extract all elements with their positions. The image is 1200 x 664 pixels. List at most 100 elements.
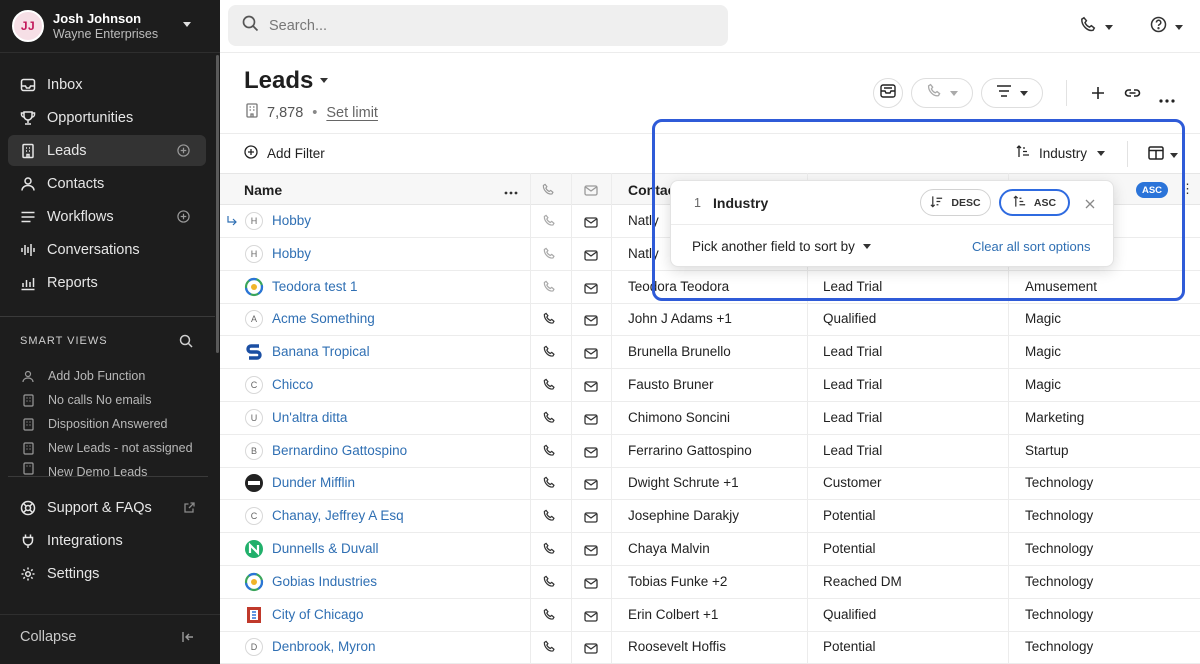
email-icon[interactable] (584, 248, 598, 266)
table-row[interactable]: Dunder Mifflin Dwight Schrute +1 Customer T… (220, 467, 1200, 501)
sidebar-item-leads[interactable]: Leads (8, 135, 206, 166)
phone-icon[interactable] (543, 444, 556, 462)
add-filter-button[interactable]: Add Filter (244, 145, 325, 162)
add-circle-icon[interactable] (177, 210, 190, 227)
lead-name-link[interactable]: Chanay, Jeffrey A Esq (272, 508, 404, 523)
lead-name-link[interactable]: Banana Tropical (272, 344, 370, 359)
add-circle-icon[interactable] (177, 144, 190, 161)
smart-view-item[interactable]: No calls No emails (22, 390, 152, 410)
email-icon[interactable] (584, 445, 598, 463)
phone-icon[interactable] (543, 378, 556, 396)
table-row[interactable]: B Bernardino Gattospino Ferrarino Gattospi… (220, 435, 1200, 468)
email-icon[interactable] (584, 313, 598, 331)
sidebar-item-settings[interactable]: Settings (8, 558, 206, 589)
close-icon[interactable] (1085, 196, 1095, 214)
email-icon[interactable] (584, 379, 598, 397)
link-icon[interactable] (1124, 86, 1141, 105)
contact-name: Erin Colbert +1 (628, 606, 719, 622)
sidebar-item-workflows[interactable]: Workflows (8, 201, 206, 232)
phone-icon[interactable] (543, 411, 556, 429)
lead-name-link[interactable]: City of Chicago (272, 607, 364, 622)
call-button[interactable] (911, 78, 973, 108)
phone-icon[interactable] (543, 312, 556, 330)
lead-name-link[interactable]: Acme Something (272, 311, 375, 326)
smart-view-item[interactable]: Disposition Answered (22, 414, 168, 434)
column-header-name[interactable]: Name (244, 182, 282, 198)
page-title[interactable]: Leads (244, 67, 313, 95)
pick-sort-field-dropdown[interactable]: Pick another field to sort by (692, 239, 871, 254)
plus-icon[interactable] (1091, 86, 1105, 105)
table-row[interactable]: Banana Tropical Brunella Brunello Lead Tri… (220, 336, 1200, 370)
sort-desc-button[interactable]: DESC (920, 189, 991, 216)
table-row[interactable]: A Acme Something John J Adams +1 Qualified M… (220, 303, 1200, 337)
sidebar-item-integrations[interactable]: Integrations (8, 525, 206, 556)
email-icon[interactable] (584, 510, 598, 528)
account-switcher[interactable]: JJ Josh Johnson Wayne Enterprises (0, 0, 220, 53)
smart-view-item[interactable]: Add Job Function (22, 366, 145, 386)
sidebar-item-support[interactable]: Support & FAQs (8, 492, 206, 523)
help-menu-button[interactable] (1150, 16, 1183, 38)
smart-view-item[interactable]: New Leads - not assigned (22, 438, 193, 458)
lead-name-link[interactable]: Hobby (272, 213, 311, 228)
phone-icon[interactable] (543, 640, 556, 658)
sidebar-item-inbox[interactable]: Inbox (8, 69, 206, 100)
email-icon[interactable] (584, 543, 598, 561)
lead-name-link[interactable]: Gobias Industries (272, 574, 377, 589)
collapse-button[interactable]: Collapse (20, 629, 76, 645)
lead-name-link[interactable]: Denbrook, Myron (272, 639, 376, 654)
phone-icon[interactable] (543, 608, 556, 626)
sort-asc-button[interactable]: ASC (999, 189, 1070, 216)
email-icon[interactable] (584, 412, 598, 430)
email-icon[interactable] (584, 215, 598, 233)
email-icon[interactable] (584, 576, 598, 594)
table-row[interactable]: Gobias Industries Tobias Funke +2 Reached … (220, 566, 1200, 599)
phone-icon[interactable] (543, 542, 556, 560)
sort-field-label[interactable]: Industry (713, 195, 768, 211)
collapse-icon[interactable] (181, 630, 195, 649)
sidebar-item-conversations[interactable]: Conversations (8, 234, 206, 265)
search-input[interactable] (269, 17, 669, 34)
sidebar-item-reports[interactable]: Reports (8, 267, 206, 298)
table-row[interactable]: C Chanay, Jeffrey A Esq Josephine Darakjy P… (220, 500, 1200, 534)
lead-name-link[interactable]: Bernardino Gattospino (272, 443, 407, 458)
table-row[interactable]: U Un'altra ditta Chimono Soncini Lead Trial… (220, 402, 1200, 435)
chevron-down-icon[interactable] (320, 78, 328, 83)
lead-name-link[interactable]: Chicco (272, 377, 313, 392)
more-icon[interactable] (1159, 90, 1175, 108)
table-row[interactable]: Dunnells & Duvall Chaya Malvin Potential Te… (220, 533, 1200, 566)
phone-icon[interactable] (543, 345, 556, 363)
set-limit-link[interactable]: Set limit (326, 105, 378, 121)
bulk-actions-button[interactable] (981, 78, 1043, 108)
table-row[interactable]: City of Chicago Erin Colbert +1 Qualified T… (220, 599, 1200, 632)
sidebar-scrollbar[interactable] (216, 55, 219, 353)
clear-sort-link[interactable]: Clear all sort options (972, 239, 1091, 254)
email-icon[interactable] (584, 477, 598, 495)
search-bar[interactable] (228, 5, 728, 46)
phone-icon[interactable] (543, 214, 556, 232)
email-icon[interactable] (584, 281, 598, 299)
company-logo (244, 572, 264, 592)
phone-icon[interactable] (543, 476, 556, 494)
phone-icon[interactable] (543, 280, 556, 298)
more-icon[interactable] (504, 182, 518, 200)
email-icon[interactable] (584, 641, 598, 659)
lead-name-link[interactable]: Dunnells & Duvall (272, 541, 379, 556)
email-icon[interactable] (584, 609, 598, 627)
table-row[interactable]: D Denbrook, Myron Roosevelt Hoffis Potentia… (220, 631, 1200, 664)
phone-menu-button[interactable] (1080, 16, 1113, 38)
avatar: JJ (12, 10, 44, 42)
lead-name-link[interactable]: Hobby (272, 246, 311, 261)
email-button[interactable] (873, 78, 903, 108)
email-icon[interactable] (584, 346, 598, 364)
lead-name-link[interactable]: Un'altra ditta (272, 410, 347, 425)
search-icon[interactable] (179, 334, 193, 353)
lead-name-link[interactable]: Teodora test 1 (272, 279, 358, 294)
smart-view-item[interactable]: New Demo Leads (22, 462, 147, 476)
lead-name-link[interactable]: Dunder Mifflin (272, 475, 355, 490)
phone-icon[interactable] (543, 575, 556, 593)
sidebar-item-opportunities[interactable]: Opportunities (8, 102, 206, 133)
sidebar-item-contacts[interactable]: Contacts (8, 168, 206, 199)
phone-icon[interactable] (543, 509, 556, 527)
phone-icon[interactable] (543, 247, 556, 265)
table-row[interactable]: C Chicco Fausto Bruner Lead Trial Magic (220, 369, 1200, 402)
